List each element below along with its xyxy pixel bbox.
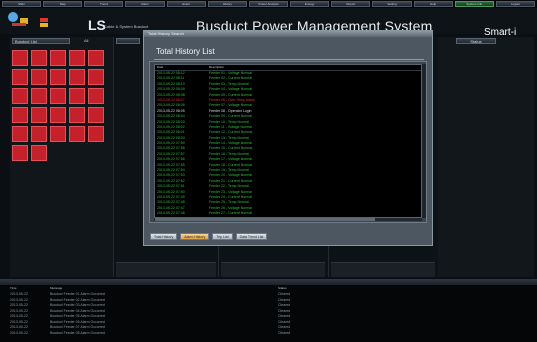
feeder-cell[interactable] <box>31 126 47 142</box>
nav-tab[interactable]: Setting <box>372 1 412 7</box>
feeder-grid <box>12 50 106 161</box>
column-header-status[interactable]: Status <box>278 286 358 291</box>
feeder-cell[interactable] <box>88 126 104 142</box>
left-panel-filter[interactable]: All <box>84 38 106 44</box>
nav-tab[interactable]: Trend <box>84 1 124 7</box>
nav-tab[interactable]: History <box>207 1 247 7</box>
nav-tab[interactable]: Main <box>2 1 42 7</box>
event-status: Cleared <box>278 330 291 335</box>
feeder-cell[interactable] <box>12 145 28 161</box>
column-header-description[interactable]: Description <box>207 65 224 70</box>
feeder-cell[interactable] <box>50 88 66 104</box>
column-header-time[interactable]: Time <box>10 286 50 291</box>
feeder-cell[interactable] <box>88 107 104 123</box>
dialog-tab[interactable]: Data Trend List <box>235 233 268 240</box>
feeder-cell[interactable] <box>12 50 28 66</box>
nav-tab[interactable]: Event <box>166 1 206 7</box>
table-row[interactable]: 2013-05-22 07:46 Feeder 27 - Current Norm… <box>155 211 421 216</box>
feeder-cell[interactable] <box>31 69 47 85</box>
feeder-cell[interactable] <box>50 126 66 142</box>
dialog-tab[interactable]: Total History <box>150 233 178 240</box>
history-list-frame: Date Description 2013-05-22 08:12 Feeder … <box>149 61 427 223</box>
horizontal-scrollbar[interactable] <box>154 218 422 221</box>
feeder-cell[interactable] <box>69 88 85 104</box>
column-header-date[interactable]: Date <box>155 65 207 70</box>
feeder-cell[interactable] <box>88 88 104 104</box>
list-item[interactable]: 2013-05-22 Busduct Feeder 08 Alarm Occurr… <box>10 331 530 337</box>
nav-tab[interactable]: Report <box>331 1 371 7</box>
event-log-panel: Time Message Status 2013-05-22 Busduct Fe… <box>0 279 537 342</box>
event-msg: Busduct Feeder 08 Alarm Occurred <box>50 330 105 335</box>
feeder-cell[interactable] <box>50 69 66 85</box>
monitor-column-footer <box>116 262 216 277</box>
brand-flag-icon <box>40 18 48 27</box>
vertical-scrollbar[interactable] <box>422 64 426 218</box>
feeder-cell[interactable] <box>88 50 104 66</box>
feeder-cell[interactable] <box>31 145 47 161</box>
feeder-cell[interactable] <box>69 107 85 123</box>
event-log-titlebar <box>0 279 537 285</box>
nav-tab[interactable]: Help <box>413 1 453 7</box>
feeder-cell[interactable] <box>31 88 47 104</box>
feeder-cell[interactable] <box>31 50 47 66</box>
left-panel-header[interactable]: Busduct List <box>12 38 70 44</box>
history-table: Date Description 2013-05-22 08:12 Feeder … <box>154 64 422 218</box>
nav-tab[interactable]: Map <box>43 1 83 7</box>
feeder-cell[interactable] <box>31 107 47 123</box>
column-header-message[interactable]: Message <box>50 286 278 291</box>
nav-tab[interactable]: Power Analysis <box>248 1 289 7</box>
feeder-cell[interactable] <box>69 69 85 85</box>
monitor-column-footer <box>331 262 435 277</box>
dialog-tabs: Total History Alarm History Trip List Data … <box>150 233 268 240</box>
monitor-column-footer <box>221 262 325 277</box>
dialog-tab[interactable]: Alarm History <box>180 233 210 240</box>
status-panel <box>438 37 534 277</box>
nav-tab[interactable]: Logout <box>495 1 536 7</box>
monitor-column-header[interactable] <box>116 38 140 44</box>
dialog-titlebar[interactable]: Total History Search <box>144 31 432 37</box>
row-description: Feeder 27 - Current Normal <box>209 211 252 216</box>
total-history-dialog: Total History Search Total History List … <box>143 30 433 246</box>
nav-tab[interactable]: Alarm <box>125 1 165 7</box>
feeder-cell[interactable] <box>50 50 66 66</box>
feeder-cell[interactable] <box>88 69 104 85</box>
history-rows: 2013-05-22 08:12 Feeder 01 - Voltage Norm… <box>155 71 421 217</box>
feeder-cell[interactable] <box>12 126 28 142</box>
company-subtitle: Cable & System Busduct <box>104 24 149 29</box>
feeder-cell[interactable] <box>12 88 28 104</box>
nav-tab[interactable]: Energy <box>290 1 330 7</box>
nav-tab[interactable]: System Info <box>454 1 494 7</box>
event-time: 2013-05-22 <box>10 330 28 335</box>
top-nav-bar: Main Map Trend Alarm Event History Power Analy… <box>0 0 537 8</box>
system-logo <box>8 12 32 28</box>
feeder-cell[interactable] <box>50 107 66 123</box>
feeder-cell[interactable] <box>69 50 85 66</box>
feeder-cell[interactable] <box>12 69 28 85</box>
status-panel-header[interactable]: Status <box>456 38 496 44</box>
feeder-cell[interactable] <box>12 107 28 123</box>
dialog-heading: Total History List <box>156 47 215 56</box>
scrollbar-thumb[interactable] <box>155 218 375 221</box>
row-date: 2013-05-22 07:46 <box>157 211 185 216</box>
divider <box>154 59 424 60</box>
feeder-cell[interactable] <box>69 126 85 142</box>
dialog-tab[interactable]: Trip List <box>212 233 233 240</box>
event-log-rows: 2013-05-22 Busduct Feeder 01 Alarm Occurr… <box>10 292 530 336</box>
event-log-header: Time Message Status <box>10 286 530 291</box>
